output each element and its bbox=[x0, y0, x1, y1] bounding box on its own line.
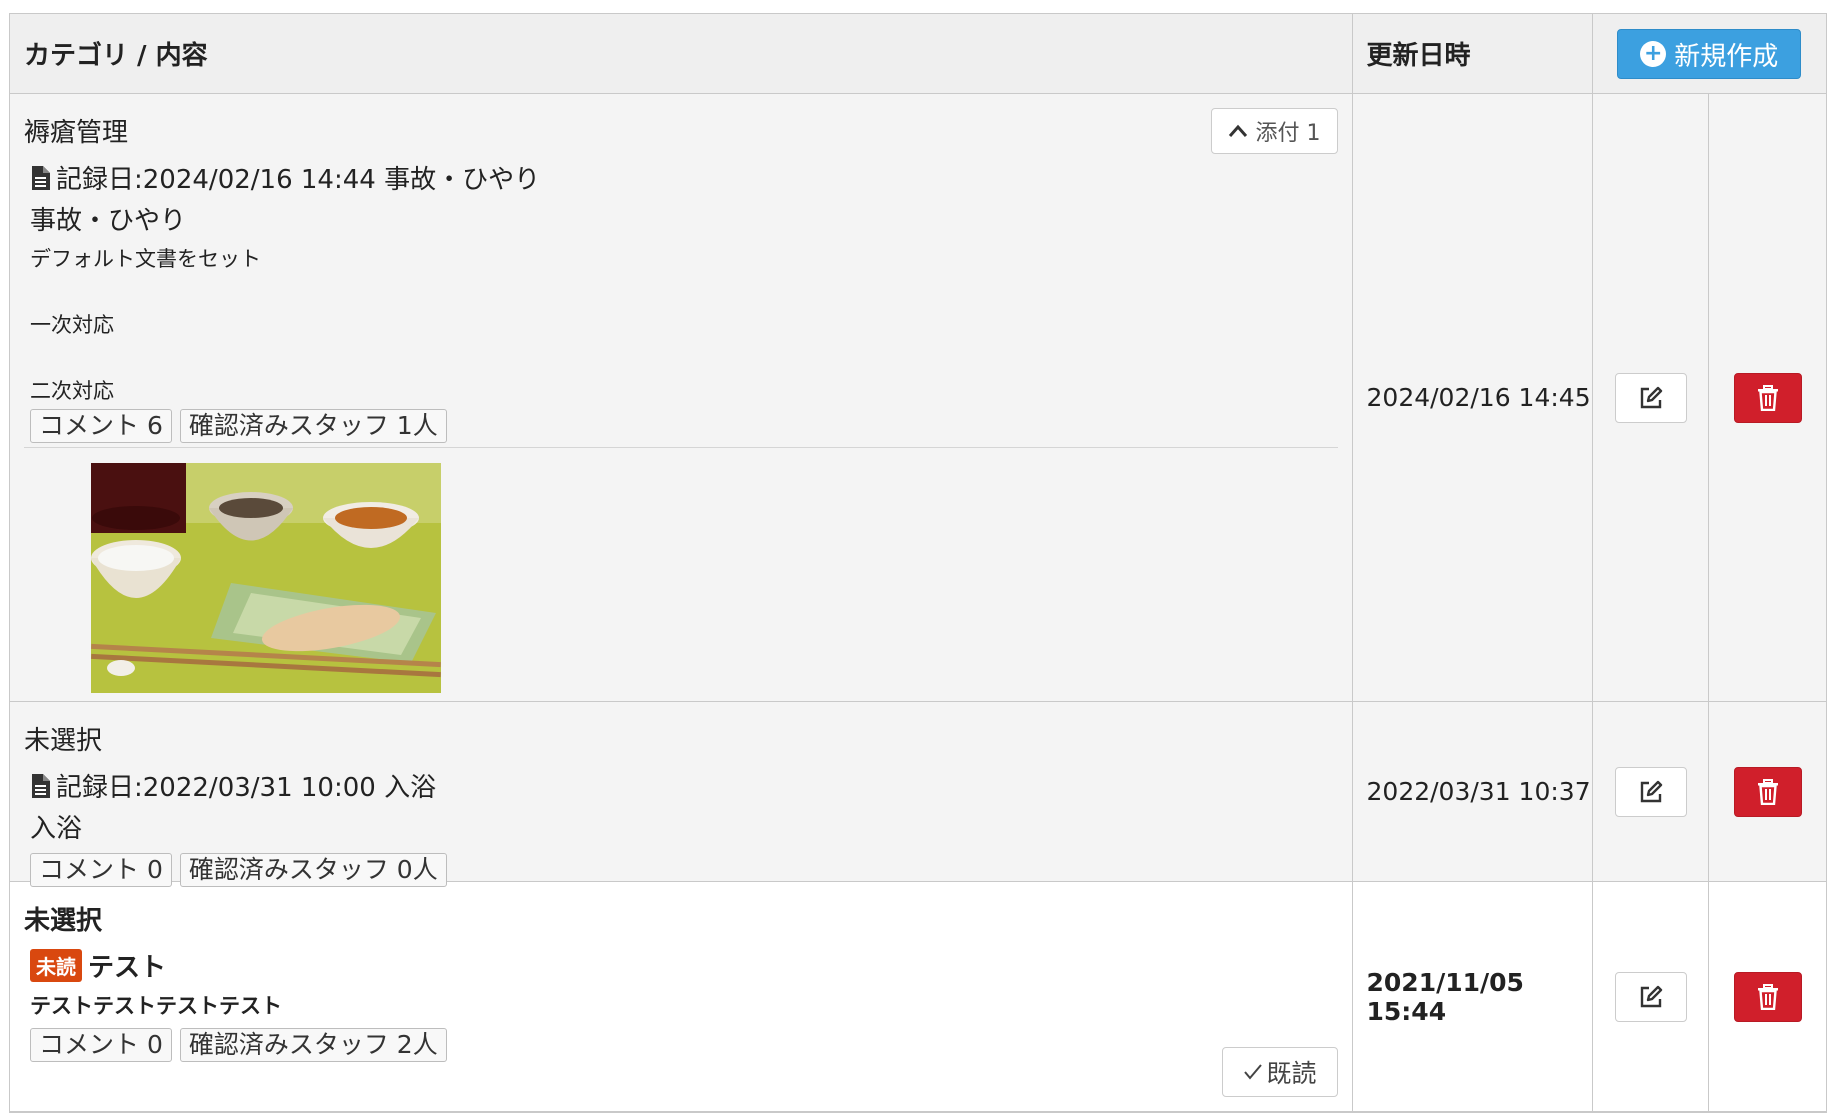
trash-icon bbox=[1757, 778, 1778, 805]
divider bbox=[24, 447, 1338, 448]
header-actions-cell: + 新規作成 bbox=[1593, 14, 1826, 93]
comment-count-tag[interactable]: コメント 0 bbox=[30, 1028, 172, 1062]
updated-date: 2024/02/16 14:45 bbox=[1366, 383, 1591, 412]
tag-group: コメント 6 確認済みスタッフ 1人 bbox=[30, 409, 1338, 443]
edit-cell bbox=[1593, 702, 1710, 881]
mark-read-label: 既読 bbox=[1266, 1059, 1317, 1088]
attachment-label: 添付 1 bbox=[1255, 121, 1321, 146]
updated-date: 2022/03/31 10:37 bbox=[1366, 777, 1591, 806]
attachment-image[interactable] bbox=[91, 463, 441, 693]
edit-icon bbox=[1640, 985, 1662, 1007]
category-label: 未選択 bbox=[24, 726, 103, 756]
table-row: 未選択 未読 テスト テストテストテストテスト コメント 0 確認済みスタッフ … bbox=[10, 882, 1826, 1112]
record-body: テストテストテストテスト bbox=[30, 994, 282, 1018]
attachment-toggle-button[interactable]: 添付 1 bbox=[1210, 108, 1338, 154]
plus-circle-icon: + bbox=[1640, 41, 1667, 67]
edit-button[interactable] bbox=[1614, 372, 1687, 423]
record-subtitle: 入浴 bbox=[30, 814, 83, 844]
content-cell: 未選択 記録日:2022/03/31 10:00 入浴 入浴 コメント 0 確認… bbox=[10, 702, 1353, 887]
confirmed-staff-tag[interactable]: 確認済みスタッフ 2人 bbox=[179, 1028, 447, 1062]
updated-date-cell: 2022/03/31 10:37 bbox=[1353, 702, 1594, 881]
header-date-cell: 更新日時 bbox=[1353, 14, 1594, 93]
table-row: 未選択 記録日:2022/03/31 10:00 入浴 入浴 コメント 0 確認… bbox=[10, 702, 1826, 887]
mark-read-button[interactable]: 既読 bbox=[1221, 1047, 1338, 1097]
confirmed-staff-tag[interactable]: 確認済みスタッフ 1人 bbox=[179, 409, 447, 443]
body-line: 二次対応 bbox=[30, 379, 114, 403]
updated-date-cell: 2024/02/16 14:45 bbox=[1353, 94, 1594, 701]
trash-icon bbox=[1757, 384, 1778, 411]
delete-cell bbox=[1709, 882, 1826, 1111]
header-content-label: カテゴリ / 内容 bbox=[24, 41, 208, 71]
record-date-text: 記録日:2022/03/31 10:00 入浴 bbox=[56, 773, 437, 803]
edit-icon bbox=[1640, 386, 1662, 408]
category-label: 未選択 bbox=[24, 906, 103, 936]
table-header: カテゴリ / 内容 更新日時 + 新規作成 bbox=[10, 14, 1826, 94]
record-meta: 記録日:2024/02/16 14:44 事故・ひやり bbox=[24, 159, 1338, 196]
delete-button[interactable] bbox=[1733, 766, 1802, 817]
chevron-up-icon bbox=[1228, 124, 1247, 137]
delete-cell bbox=[1709, 94, 1826, 701]
record-meta: 記録日:2022/03/31 10:00 入浴 bbox=[24, 767, 1338, 804]
new-create-label: 新規作成 bbox=[1674, 41, 1779, 72]
document-icon bbox=[32, 773, 50, 798]
delete-cell bbox=[1709, 702, 1826, 881]
header-date-label: 更新日時 bbox=[1366, 41, 1471, 71]
table-row: 褥瘡管理 記録日:2024/02/16 14:44 事故・ひやり 事故・ひやり … bbox=[10, 94, 1826, 702]
body-line: デフォルト文書をセット bbox=[30, 247, 261, 271]
updated-date: 2021/11/05 15:44 bbox=[1366, 967, 1524, 1026]
updated-date-cell: 2021/11/05 15:44 bbox=[1353, 882, 1594, 1111]
tag-group: コメント 0 確認済みスタッフ 2人 bbox=[30, 1028, 1338, 1062]
records-table: カテゴリ / 内容 更新日時 + 新規作成 褥瘡管理 記録日:2024/02/1… bbox=[9, 13, 1827, 1113]
edit-cell bbox=[1593, 882, 1710, 1111]
edit-cell bbox=[1593, 94, 1710, 701]
edit-button[interactable] bbox=[1614, 971, 1687, 1022]
record-date-text: 記録日:2024/02/16 14:44 事故・ひやり bbox=[56, 165, 541, 195]
delete-button[interactable] bbox=[1733, 372, 1802, 423]
new-create-button[interactable]: + 新規作成 bbox=[1617, 29, 1802, 79]
document-icon bbox=[32, 165, 50, 190]
edit-icon bbox=[1640, 780, 1662, 802]
body-line: 一次対応 bbox=[30, 313, 114, 337]
trash-icon bbox=[1757, 983, 1778, 1010]
record-title: テスト bbox=[88, 953, 167, 983]
check-icon bbox=[1243, 1064, 1262, 1080]
content-cell: 未選択 未読 テスト テストテストテストテスト コメント 0 確認済みスタッフ … bbox=[10, 882, 1353, 1111]
delete-button[interactable] bbox=[1733, 971, 1802, 1022]
header-content-cell: カテゴリ / 内容 bbox=[10, 14, 1353, 93]
comment-count-tag[interactable]: コメント 6 bbox=[30, 409, 172, 443]
category-label: 褥瘡管理 bbox=[24, 118, 129, 148]
content-cell: 褥瘡管理 記録日:2024/02/16 14:44 事故・ひやり 事故・ひやり … bbox=[10, 94, 1353, 701]
unread-badge: 未読 bbox=[30, 949, 82, 982]
record-subtitle: 事故・ひやり bbox=[30, 206, 187, 236]
edit-button[interactable] bbox=[1614, 766, 1687, 817]
record-title-line: 未読 テスト bbox=[30, 947, 1338, 984]
